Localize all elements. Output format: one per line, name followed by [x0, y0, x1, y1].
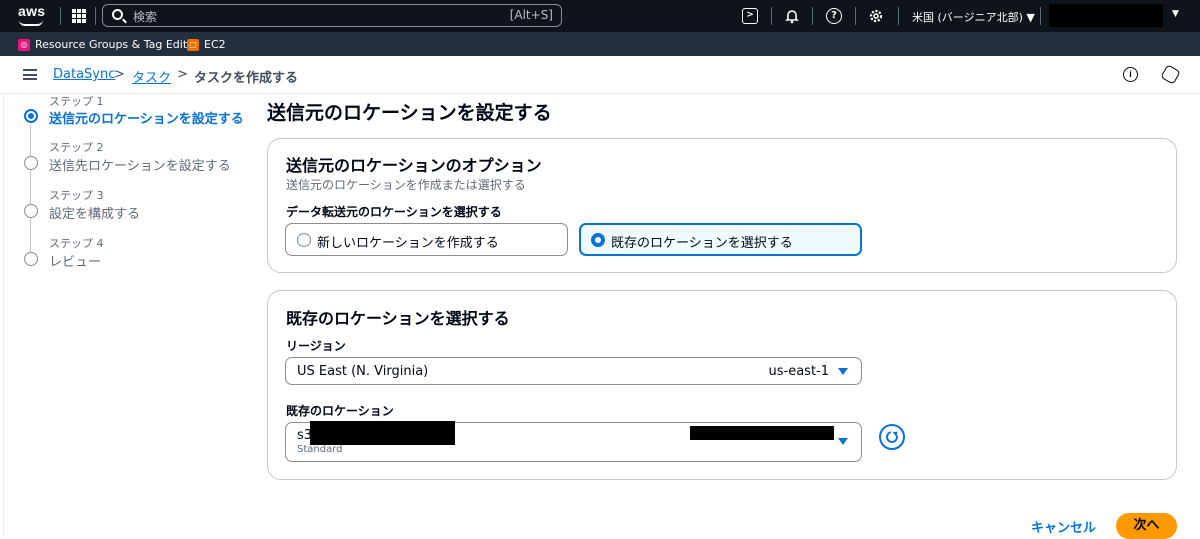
chevron-right-icon: >	[177, 67, 188, 82]
aws-logo-text: aws	[18, 3, 46, 19]
cloudshell-icon[interactable]: >	[742, 8, 758, 24]
option-label: 既存のロケーションを選択する	[611, 236, 793, 251]
help-icon[interactable]: ?	[826, 8, 842, 24]
card-heading: 送信元のロケーションのオプション	[286, 156, 542, 175]
step-1-title[interactable]: 送信元のロケーションを設定する	[49, 108, 244, 127]
divider	[95, 7, 96, 25]
field-label: データ転送元のロケーションを選択する	[286, 205, 502, 219]
step-4-indicator-icon	[24, 252, 38, 266]
next-button[interactable]: 次へ	[1116, 513, 1177, 539]
option-label: 新しいロケーションを作成する	[317, 236, 499, 251]
favorites-bar: ◎ Resource Groups & Tag Editor ▢ EC2	[0, 32, 1200, 56]
step-2-label: ステップ 2	[49, 141, 104, 154]
menu-icon[interactable]	[23, 69, 37, 80]
caret-down-icon	[838, 438, 848, 445]
settings-icon[interactable]	[868, 8, 884, 24]
redacted-location-name	[310, 421, 455, 445]
region-selector[interactable]: 米国 (バージニア北部) ▼	[912, 9, 1035, 25]
ec2-icon: ▢	[187, 38, 199, 51]
step-2-title: 送信先ロケーションを設定する	[49, 159, 231, 174]
region-code: us-east-1	[768, 364, 830, 379]
services-menu-icon[interactable]	[72, 9, 86, 23]
search-input[interactable]: 検索 [Alt+S]	[102, 4, 562, 27]
resource-groups-icon: ◎	[18, 38, 30, 51]
aws-smile-icon	[19, 20, 43, 26]
page-title: 送信元のロケーションを設定する	[267, 102, 552, 124]
aws-logo[interactable]: aws	[16, 3, 50, 29]
chevron-right-icon: >	[114, 67, 125, 82]
step-3-label: ステップ 3	[49, 189, 104, 202]
info-icon[interactable]: i	[1123, 67, 1138, 82]
step-connector	[30, 124, 31, 158]
top-navigation: aws 検索 [Alt+S] > ? 米国 (バージニア北部) ▼ ▼	[0, 0, 1200, 32]
step-1-label: ステップ 1	[49, 95, 104, 108]
breadcrumb-bar: DataSync > タスク > タスクを作成する i	[0, 56, 1200, 94]
redacted-location-id	[690, 426, 834, 440]
breadcrumb-datasync[interactable]: DataSync	[53, 67, 115, 82]
select-existing-location-option[interactable]: 既存のロケーションを選択する	[579, 223, 862, 256]
location-label: 既存のロケーション	[286, 404, 394, 418]
favorite-ec2[interactable]: ▢ EC2	[187, 38, 226, 51]
breadcrumb-tasks[interactable]: タスク	[132, 67, 171, 86]
search-placeholder: 検索	[133, 10, 158, 24]
cancel-button[interactable]: キャンセル	[1031, 517, 1096, 536]
divider	[771, 7, 772, 25]
radio-checked-icon	[591, 233, 605, 247]
location-storage-class: Standard	[297, 444, 343, 455]
search-shortcut: [Alt+S]	[509, 8, 553, 22]
account-menu-redacted[interactable]	[1049, 4, 1163, 27]
step-3-indicator-icon	[24, 204, 38, 218]
caret-down-icon	[838, 368, 848, 375]
divider	[898, 7, 899, 25]
step-connector	[30, 218, 31, 255]
side-edge	[0, 94, 4, 535]
chevron-down-icon[interactable]: ▼	[1172, 9, 1179, 19]
card-description: 送信元のロケーションを作成または選択する	[286, 178, 526, 192]
region-value: US East (N. Virginia)	[297, 364, 429, 379]
step-1-indicator-icon	[24, 109, 38, 123]
breadcrumb-current: タスクを作成する	[194, 71, 299, 86]
source-location-options-card: 送信元のロケーションのオプション 送信元のロケーションを作成または選択する デー…	[267, 138, 1177, 273]
region-select[interactable]: US East (N. Virginia) us-east-1	[285, 357, 862, 385]
bell-icon[interactable]	[784, 8, 800, 24]
radio-unchecked-icon	[297, 233, 311, 247]
card-heading: 既存のロケーションを選択する	[286, 309, 510, 328]
step-4-label: ステップ 4	[49, 237, 104, 250]
region-label: リージョン	[286, 339, 346, 353]
create-new-location-option[interactable]: 新しいロケーションを作成する	[285, 223, 568, 256]
divider	[1040, 7, 1041, 25]
step-2-indicator-icon	[24, 156, 38, 170]
divider	[812, 7, 813, 25]
search-icon	[112, 9, 123, 20]
notifications-icon[interactable]	[1160, 64, 1181, 85]
favorite-resource-groups[interactable]: ◎ Resource Groups & Tag Editor	[18, 38, 198, 51]
divider	[60, 7, 61, 25]
step-4-title: レビュー	[49, 255, 102, 270]
step-connector	[30, 170, 31, 206]
existing-location-card: 既存のロケーションを選択する リージョン US East (N. Virgini…	[267, 290, 1177, 480]
favorite-label: EC2	[204, 38, 226, 51]
divider	[855, 7, 856, 25]
refresh-icon[interactable]	[879, 424, 905, 450]
step-3-title: 設定を構成する	[49, 207, 141, 222]
favorite-label: Resource Groups & Tag Editor	[35, 38, 199, 51]
